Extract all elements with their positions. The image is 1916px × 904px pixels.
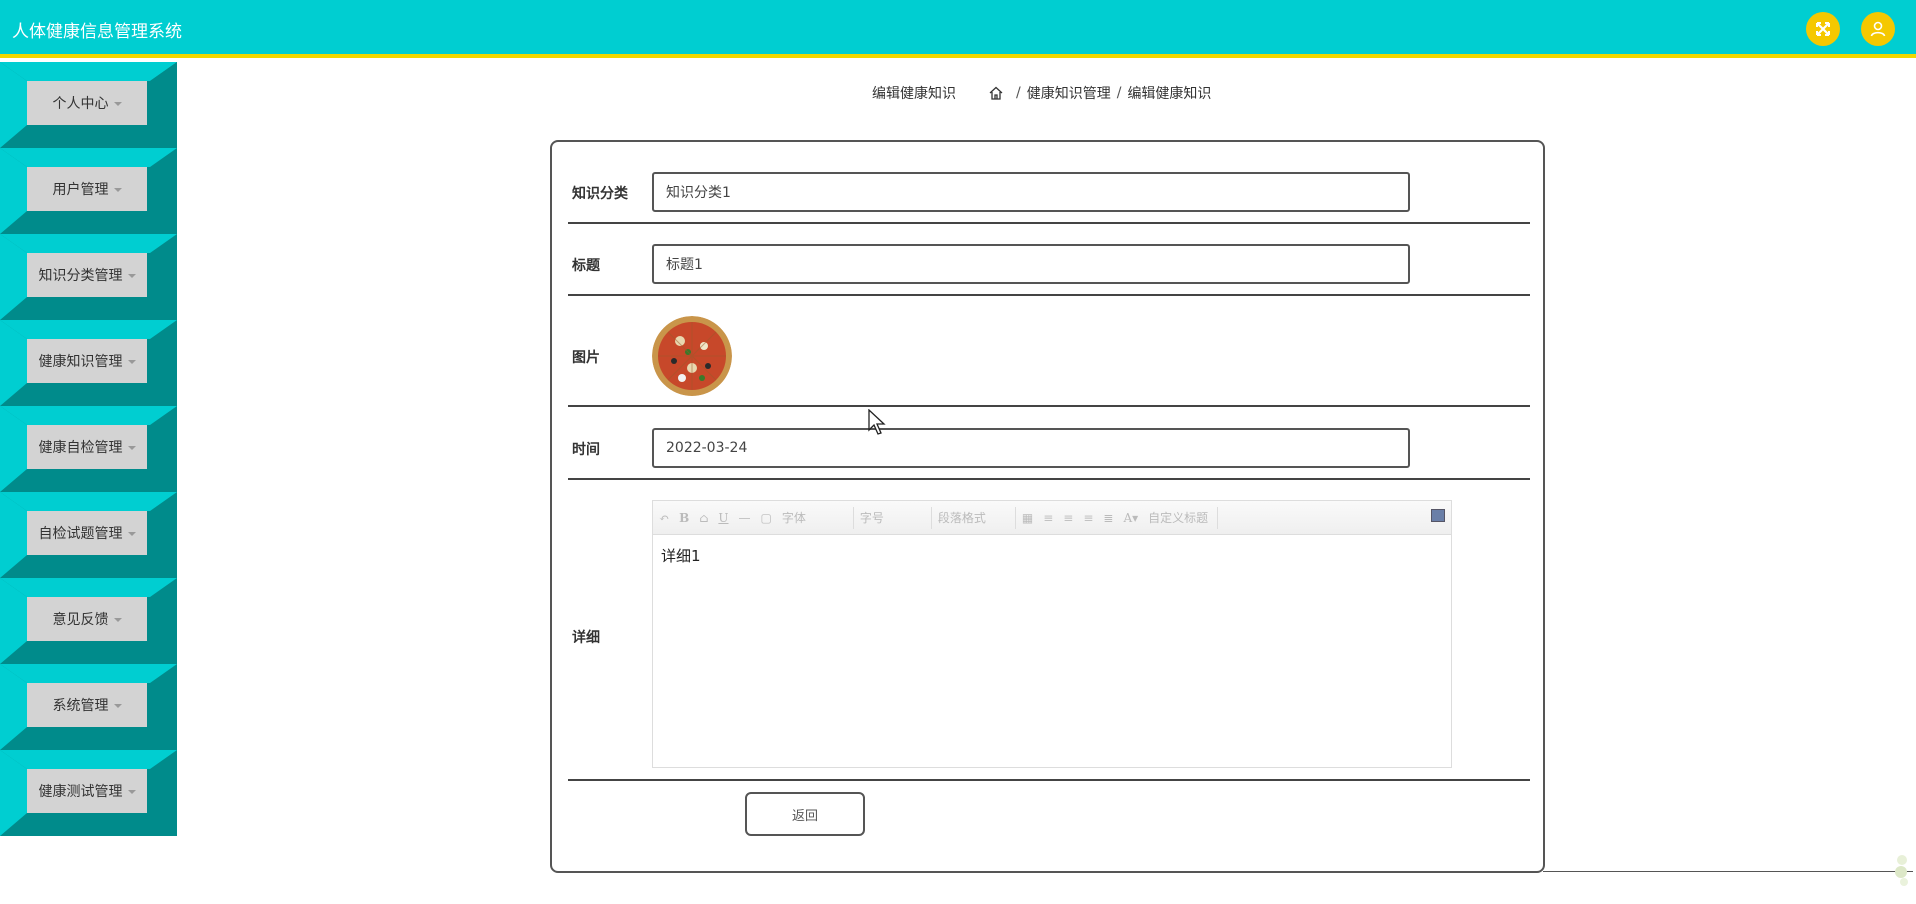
sidebar-item-category-management[interactable]: 知识分类管理 (0, 234, 177, 320)
bold-icon[interactable]: B (679, 511, 689, 525)
time-field[interactable] (652, 428, 1410, 468)
app-title: 人体健康信息管理系统 (12, 22, 182, 42)
undo-icon[interactable]: ↶ (659, 511, 669, 525)
detail-label: 详细 (572, 630, 600, 646)
row-divider (568, 222, 1530, 224)
fullscreen-icon (1816, 22, 1830, 36)
category-label: 知识分类 (572, 186, 628, 202)
sidebar-item-question-management[interactable]: 自检试题管理 (0, 492, 177, 578)
sidebar-item-health-test-management[interactable]: 健康测试管理 (0, 750, 177, 836)
sidebar-item-label: 知识分类管理 (38, 268, 123, 284)
sidebar-item-label: 意见反馈 (52, 612, 109, 628)
sidebar-item-system-management[interactable]: 系统管理 (0, 664, 177, 750)
row-divider (568, 779, 1530, 781)
editor-toolbar: ↶ B ⌂ U — ▢ 字体 字号 段落格式 ▦ ≡ ≡ ≡ ≣ A▾ 自定义标… (653, 501, 1451, 535)
font-size-select[interactable]: 字号 (860, 506, 932, 529)
caret-down-icon (113, 618, 122, 622)
sidebar-item-label: 健康知识管理 (38, 354, 123, 370)
sidebar-item-label: 健康测试管理 (38, 784, 123, 800)
sidebar-item-label: 健康自检管理 (38, 440, 123, 456)
top-bar: 人体健康信息管理系统 (0, 0, 1916, 58)
clear-format-icon[interactable]: ▢ (761, 511, 772, 525)
font-family-select[interactable]: 字体 (782, 506, 854, 529)
sidebar-item-knowledge-management[interactable]: 健康知识管理 (0, 320, 177, 406)
user-button[interactable] (1861, 12, 1895, 46)
title-field[interactable] (652, 244, 1410, 284)
align-justify-icon[interactable]: ≣ (1103, 511, 1113, 525)
sidebar: 个人中心 用户管理 知识分类管理 健康知识管理 健康自检管理 自检试题管理 意见… (0, 62, 177, 836)
sidebar-item-label: 个人中心 (52, 96, 109, 112)
title-label: 标题 (572, 258, 600, 274)
row-divider (568, 405, 1530, 407)
caret-down-icon (113, 704, 122, 708)
breadcrumb-item-edit-knowledge: 编辑健康知识 (1127, 86, 1212, 102)
paragraph-format-select[interactable]: 段落格式 (938, 506, 1016, 529)
page-title: 编辑健康知识 (872, 86, 956, 102)
mouse-cursor-icon (868, 409, 886, 435)
edit-form: 知识分类 标题 图片 时间 详细 ↶ B ⌂ U — ▢ (550, 140, 1545, 873)
font-color-icon[interactable]: A▾ (1123, 511, 1138, 525)
row-divider (568, 478, 1530, 480)
custom-title-select[interactable]: 自定义标题 (1148, 506, 1219, 529)
caret-down-icon (127, 446, 136, 450)
row-divider (568, 294, 1530, 296)
sidebar-item-label: 用户管理 (52, 182, 109, 198)
sidebar-item-personal-center[interactable]: 个人中心 (0, 62, 177, 148)
category-field[interactable] (652, 172, 1410, 212)
time-label: 时间 (572, 442, 600, 458)
caret-down-icon (113, 102, 122, 106)
breadcrumb-item-knowledge-management[interactable]: 健康知识管理 (1027, 83, 1111, 103)
caret-down-icon (127, 360, 136, 364)
sidebar-item-user-management[interactable]: 用户管理 (0, 148, 177, 234)
breadcrumb-separator: / (1116, 85, 1122, 101)
sidebar-item-label: 自检试题管理 (38, 526, 123, 542)
horizontal-rule-icon[interactable]: — (739, 511, 751, 525)
caret-down-icon (127, 532, 136, 536)
image-label: 图片 (572, 350, 600, 366)
format-brush-icon[interactable]: ⌂ (699, 511, 708, 525)
sidebar-item-self-check-management[interactable]: 健康自检管理 (0, 406, 177, 492)
home-icon[interactable] (988, 85, 1004, 101)
fullscreen-button[interactable] (1806, 12, 1840, 46)
caret-down-icon (127, 790, 136, 794)
caret-down-icon (127, 274, 136, 278)
knowledge-image[interactable] (652, 316, 732, 396)
divider (1543, 871, 1913, 872)
breadcrumb: 编辑健康知识 / 健康知识管理 / 编辑健康知识 (872, 83, 1211, 103)
underline-icon[interactable]: U (718, 511, 728, 525)
editor-content[interactable]: 详细1 (653, 535, 1451, 576)
back-button[interactable]: 返回 (745, 792, 865, 836)
align-center-icon[interactable]: ≡ (1083, 511, 1093, 525)
caret-down-icon (113, 188, 122, 192)
align-right-icon[interactable]: ≡ (1063, 511, 1073, 525)
breadcrumb-separator: / (1016, 85, 1021, 101)
fullscreen-editor-icon[interactable] (1431, 509, 1445, 522)
table-icon[interactable]: ▦ (1022, 511, 1033, 525)
rich-text-editor[interactable]: ↶ B ⌂ U — ▢ 字体 字号 段落格式 ▦ ≡ ≡ ≡ ≣ A▾ 自定义标… (652, 500, 1452, 768)
align-left-icon[interactable]: ≡ (1043, 511, 1053, 525)
decoration-icon (1895, 855, 1908, 886)
sidebar-item-feedback[interactable]: 意见反馈 (0, 578, 177, 664)
sidebar-item-label: 系统管理 (52, 698, 109, 714)
user-icon (1870, 21, 1886, 37)
